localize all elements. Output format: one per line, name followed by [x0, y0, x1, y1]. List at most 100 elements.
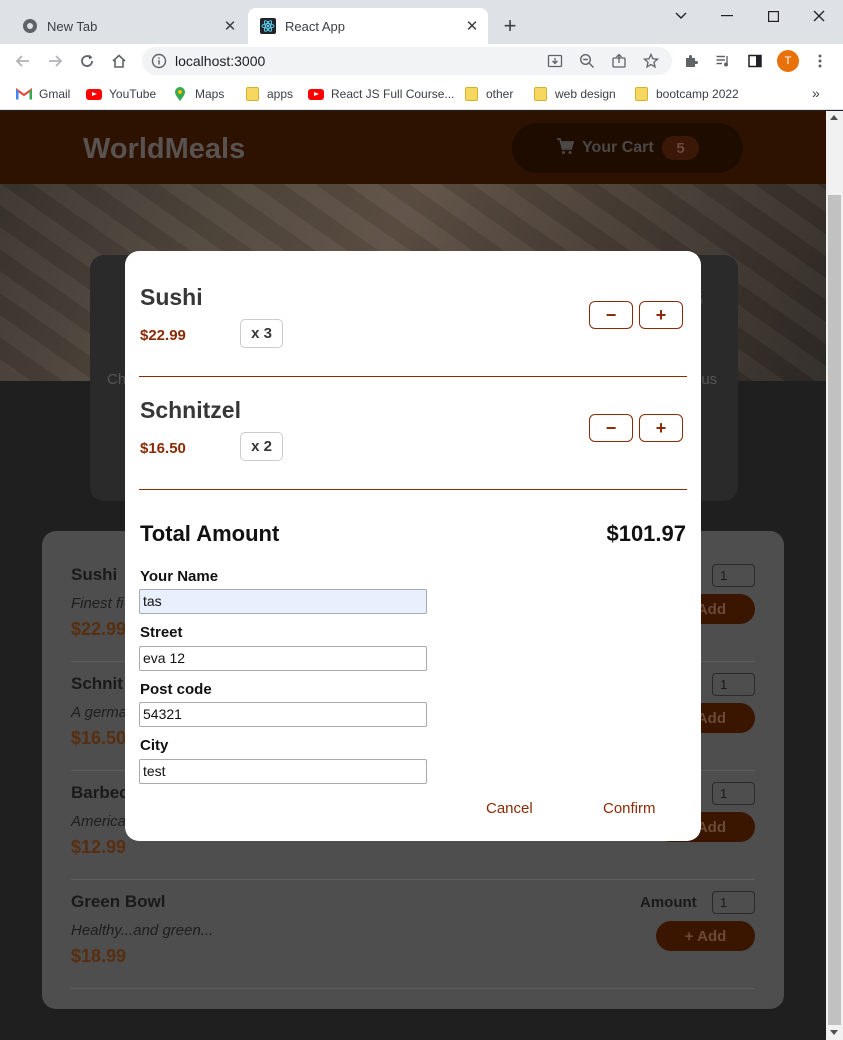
bookmark-label: other: [486, 87, 514, 101]
street-label: Street: [140, 624, 183, 641]
profile-avatar[interactable]: T: [777, 50, 799, 72]
decrease-quantity-button[interactable]: −: [589, 414, 633, 442]
app-header: WorldMeals Your Cart 5: [0, 111, 826, 184]
tab-title: React App: [285, 18, 345, 34]
address-bar[interactable]: localhost:3000: [142, 47, 672, 75]
tab-search-chevron-icon[interactable]: [658, 4, 704, 28]
zoom-out-icon[interactable]: [578, 52, 596, 70]
scrollbar-thumb[interactable]: [828, 195, 841, 1025]
bookmark-react-course[interactable]: React JS Full Course...: [308, 85, 454, 103]
amount-input[interactable]: 1: [712, 891, 755, 914]
youtube-icon: [86, 87, 102, 101]
youtube-icon: [308, 87, 324, 101]
amount-input[interactable]: 1: [712, 782, 755, 805]
bookmark-other[interactable]: other: [463, 85, 513, 103]
share-icon[interactable]: [610, 52, 628, 70]
cart-modal: Sushi $22.99 x 3 − + Schnitzel $16.50 x …: [125, 251, 701, 841]
cart-count-badge: 5: [662, 136, 699, 160]
increase-quantity-button[interactable]: +: [639, 414, 683, 442]
cart-item-quantity: x 2: [240, 432, 283, 461]
amount-input[interactable]: 1: [712, 673, 755, 696]
media-controls-icon[interactable]: [714, 52, 732, 70]
total-amount-value: $101.97: [606, 521, 686, 546]
browser-toolbar: localhost:3000 T: [0, 44, 843, 78]
bookmark-label: apps: [267, 87, 294, 101]
cart-icon: [556, 137, 575, 160]
forward-arrow-icon[interactable]: [43, 49, 67, 73]
meal-price: $16.50: [71, 728, 127, 748]
reload-icon[interactable]: [75, 49, 99, 73]
your-name-input[interactable]: tas: [139, 589, 427, 614]
side-panel-icon[interactable]: [746, 52, 764, 70]
scroll-up-arrow-icon[interactable]: [830, 115, 838, 120]
maps-icon: [172, 87, 188, 101]
amount-input[interactable]: 1: [712, 564, 755, 587]
tab-title: New Tab: [47, 18, 98, 34]
close-window-icon[interactable]: [796, 4, 842, 28]
meal-description: Healthy...and green...: [71, 922, 214, 939]
scroll-down-arrow-icon[interactable]: [830, 1030, 838, 1035]
react-icon: [260, 18, 276, 34]
meal-price: $12.99: [71, 837, 127, 857]
meal-item: Green Bowl Healthy...and green... $18.99…: [71, 880, 755, 989]
cart-item: Sushi $22.99 x 3 − +: [139, 264, 687, 377]
bookmark-label: web design: [555, 87, 616, 101]
bookmark-label: React JS Full Course...: [331, 87, 455, 101]
meal-description: America: [71, 813, 127, 830]
address-url: localhost:3000: [175, 53, 266, 69]
close-tab-icon[interactable]: ✕: [462, 16, 482, 36]
cancel-button[interactable]: Cancel: [486, 800, 533, 817]
install-app-icon[interactable]: [546, 52, 564, 70]
cart-item-name: Schnitzel: [140, 397, 241, 423]
bookmark-youtube[interactable]: YouTube: [86, 85, 156, 103]
cart-item-price: $16.50: [140, 440, 186, 457]
back-arrow-icon[interactable]: [11, 49, 35, 73]
increase-quantity-button[interactable]: +: [639, 301, 683, 329]
meal-price: $18.99: [71, 946, 127, 966]
your-name-label: Your Name: [140, 568, 219, 585]
folder-icon: [633, 87, 649, 101]
maximize-icon[interactable]: [750, 4, 796, 28]
meal-description: Finest fi: [71, 595, 124, 612]
decrease-quantity-button[interactable]: −: [589, 301, 633, 329]
bookmark-bootcamp[interactable]: bootcamp 2022: [633, 85, 739, 103]
bookmark-label: Maps: [195, 87, 225, 101]
browser-tabstrip: New Tab ✕ React App ✕ +: [0, 0, 843, 44]
chrome-icon: [22, 18, 38, 34]
meal-price: $22.99: [71, 619, 127, 639]
street-input[interactable]: eva 12: [139, 646, 427, 671]
confirm-button[interactable]: Confirm: [603, 800, 656, 817]
bookmark-apps[interactable]: apps: [244, 85, 293, 103]
site-info-icon[interactable]: [151, 53, 167, 74]
folder-icon: [532, 87, 548, 101]
meal-name: Barbec: [71, 783, 129, 802]
page-scrollbar[interactable]: [826, 111, 843, 1040]
cart-item-quantity: x 3: [240, 319, 283, 348]
amount-label: Amount: [640, 894, 697, 911]
post-code-label: Post code: [140, 681, 212, 698]
post-code-input[interactable]: 54321: [139, 702, 427, 727]
close-tab-icon[interactable]: ✕: [220, 16, 240, 36]
brand-logo: WorldMeals: [83, 133, 246, 165]
meal-name: Sushi: [71, 565, 118, 584]
city-input[interactable]: test: [139, 759, 427, 784]
bookmarks-overflow-chevron-icon[interactable]: »: [812, 85, 820, 101]
bookmark-star-icon[interactable]: [642, 52, 660, 70]
home-icon[interactable]: [107, 49, 131, 73]
new-tab-plus-icon[interactable]: +: [498, 13, 522, 38]
tab-react-app[interactable]: React App ✕: [248, 8, 488, 44]
your-cart-button[interactable]: Your Cart 5: [512, 123, 743, 173]
summary-text-fragment: Ch: [107, 371, 127, 388]
add-to-cart-button[interactable]: + Add: [656, 921, 755, 951]
extensions-puzzle-icon[interactable]: [682, 52, 700, 70]
total-amount-label: Total Amount: [140, 521, 280, 546]
bookmark-label: YouTube: [109, 87, 157, 101]
bookmark-maps[interactable]: Maps: [172, 85, 224, 103]
bookmark-web-design[interactable]: web design: [532, 85, 616, 103]
minimize-icon[interactable]: [704, 4, 750, 28]
cart-item-name: Sushi: [140, 284, 203, 310]
kebab-menu-icon[interactable]: [811, 52, 829, 70]
folder-icon: [244, 87, 260, 101]
bookmark-gmail[interactable]: Gmail: [16, 85, 70, 103]
tab-new-tab[interactable]: New Tab ✕: [8, 8, 246, 44]
